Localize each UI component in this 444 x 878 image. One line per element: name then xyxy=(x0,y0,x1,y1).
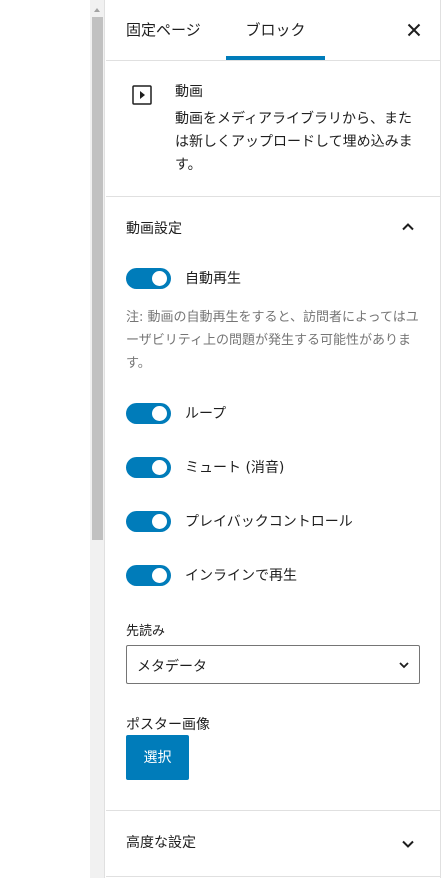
loop-toggle[interactable] xyxy=(126,402,171,424)
chevron-up-icon[interactable] xyxy=(400,219,416,235)
preload-value: メタデータ xyxy=(137,659,207,675)
sidebar-tabs: 固定ページ ブロック xyxy=(106,0,440,61)
mute-label: ミュート (消音) xyxy=(185,460,285,476)
controls-toggle[interactable] xyxy=(126,510,171,532)
autoplay-help-text: 注: 動画の自動再生をすると、訪問者によってはユーザビリティ上の問題が発生する可… xyxy=(126,310,419,371)
block-card: 動画 動画をメディアライブラリから、または新しくアップロードして埋め込みます。 xyxy=(106,61,440,197)
poster-label: ポスター画像 xyxy=(126,717,210,733)
section-title: 動画設定 xyxy=(126,221,182,237)
inline-label: インラインで再生 xyxy=(185,568,297,584)
video-settings-header[interactable]: 動画設定 xyxy=(106,197,440,259)
controls-row: プレイバックコントロール xyxy=(126,508,353,534)
poster-select-button[interactable]: 選択 xyxy=(126,735,189,780)
autoplay-row: 自動再生 xyxy=(126,265,241,291)
autoplay-label: 自動再生 xyxy=(185,271,241,287)
chevron-down-icon[interactable] xyxy=(400,836,416,852)
video-icon xyxy=(132,85,152,105)
block-description: 動画をメディアライブラリから、または新しくアップロードして埋め込みます。 xyxy=(175,111,413,173)
preload-label: 先読み xyxy=(126,624,166,639)
section-divider xyxy=(106,810,440,811)
scroll-up-arrow-icon[interactable] xyxy=(94,8,100,12)
tab-page[interactable]: 固定ページ xyxy=(126,0,201,60)
inline-toggle[interactable] xyxy=(126,564,171,586)
editor-canvas-edge xyxy=(0,0,90,878)
sidebar-edge xyxy=(440,0,444,878)
inline-row: インラインで再生 xyxy=(126,562,297,588)
autoplay-toggle[interactable] xyxy=(126,267,171,289)
loop-row: ループ xyxy=(126,400,226,426)
mute-toggle[interactable] xyxy=(126,456,171,478)
scroll-thumb[interactable] xyxy=(92,17,103,540)
controls-label: プレイバックコントロール xyxy=(185,514,353,530)
loop-label: ループ xyxy=(185,406,227,422)
block-title: 動画 xyxy=(175,84,203,100)
preload-select[interactable]: メタデータ xyxy=(126,645,420,684)
editor-scrollbar[interactable] xyxy=(90,0,105,878)
section-divider xyxy=(106,876,440,877)
chevron-down-icon xyxy=(399,662,409,669)
settings-sidebar: 固定ページ ブロック 動画 動画をメディアライブラリから、または新しくアップロー… xyxy=(106,0,440,878)
advanced-settings-title[interactable]: 高度な設定 xyxy=(126,832,196,852)
tab-block[interactable]: ブロック xyxy=(226,0,325,60)
close-icon[interactable] xyxy=(404,20,424,40)
mute-row: ミュート (消音) xyxy=(126,454,284,480)
